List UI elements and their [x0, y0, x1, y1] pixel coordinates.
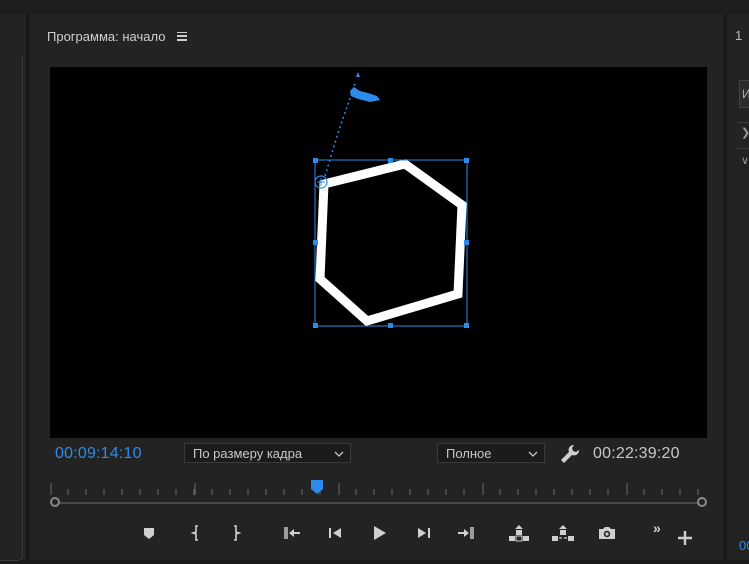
mark-in-button[interactable] — [183, 520, 209, 546]
step-forward-icon — [418, 528, 430, 538]
add-marker-button[interactable] — [136, 520, 162, 546]
camera-icon — [599, 527, 615, 539]
step-back-button[interactable] — [322, 520, 348, 546]
time-ruler[interactable] — [50, 483, 705, 495]
mark-out-icon — [234, 525, 242, 541]
extract-button[interactable] — [550, 520, 576, 546]
extract-icon — [552, 525, 574, 541]
zoom-scroll-end-handle[interactable] — [697, 497, 707, 507]
panel-title[interactable]: Программа: начало — [47, 29, 165, 44]
right-panel-search-field[interactable]: И — [739, 80, 749, 108]
left-panel — [0, 14, 27, 561]
zoom-scroll-start-handle[interactable] — [50, 497, 60, 507]
left-panel-frame — [0, 56, 23, 561]
play-icon — [374, 526, 386, 540]
transport-controls: » — [30, 520, 723, 550]
right-panel: 1 И ❯ ∨ 00 — [726, 14, 749, 560]
go-to-out-icon — [458, 527, 474, 539]
hexagon-shape — [315, 159, 467, 327]
step-back-icon — [329, 528, 341, 538]
mark-in-icon — [190, 525, 198, 541]
wrench-icon[interactable] — [559, 443, 581, 465]
chevron-down-icon[interactable]: ∨ — [741, 154, 749, 167]
go-to-in-button[interactable] — [279, 520, 305, 546]
play-button[interactable] — [366, 520, 392, 546]
hexagon-shape-canvas[interactable] — [50, 67, 707, 438]
program-viewer[interactable] — [50, 67, 707, 438]
chevron-right-icon[interactable]: ❯ — [741, 126, 749, 139]
chevron-down-icon — [528, 451, 538, 457]
right-panel-divider — [737, 148, 749, 149]
top-strip — [0, 0, 749, 14]
zoom-level-select[interactable]: По размеру кадра — [184, 443, 351, 463]
right-panel-divider — [737, 122, 749, 123]
plus-icon[interactable] — [675, 528, 695, 548]
rotation-handle-icon — [350, 72, 380, 102]
go-to-in-icon — [284, 527, 300, 539]
playback-resolution-value: Полное — [446, 446, 492, 461]
lift-button[interactable] — [506, 520, 532, 546]
playhead-icon[interactable] — [310, 479, 324, 495]
zoom-level-value: По размеру кадра — [193, 446, 303, 461]
panel-header: Программа: начало — [47, 26, 188, 46]
zoom-scroll-bar[interactable] — [56, 502, 702, 504]
mark-out-button[interactable] — [223, 520, 249, 546]
program-monitor: Программа: начало 00:09:14:10 По размеру… — [30, 14, 723, 560]
lift-icon — [509, 525, 529, 542]
right-panel-timecode[interactable]: 00 — [739, 538, 749, 553]
step-forward-button[interactable] — [411, 520, 437, 546]
export-frame-button[interactable] — [594, 520, 620, 546]
go-to-out-button[interactable] — [453, 520, 479, 546]
duration-timecode: 00:22:39:20 — [593, 445, 680, 462]
marker-icon — [144, 528, 154, 539]
playback-resolution-select[interactable]: Полное — [437, 443, 545, 463]
chevrons-right-icon[interactable]: » — [653, 520, 661, 536]
current-timecode[interactable]: 00:09:14:10 — [55, 445, 142, 463]
chevron-down-icon — [334, 451, 344, 457]
panel-menu-icon[interactable] — [177, 31, 188, 41]
right-panel-tab[interactable]: 1 — [735, 28, 742, 43]
